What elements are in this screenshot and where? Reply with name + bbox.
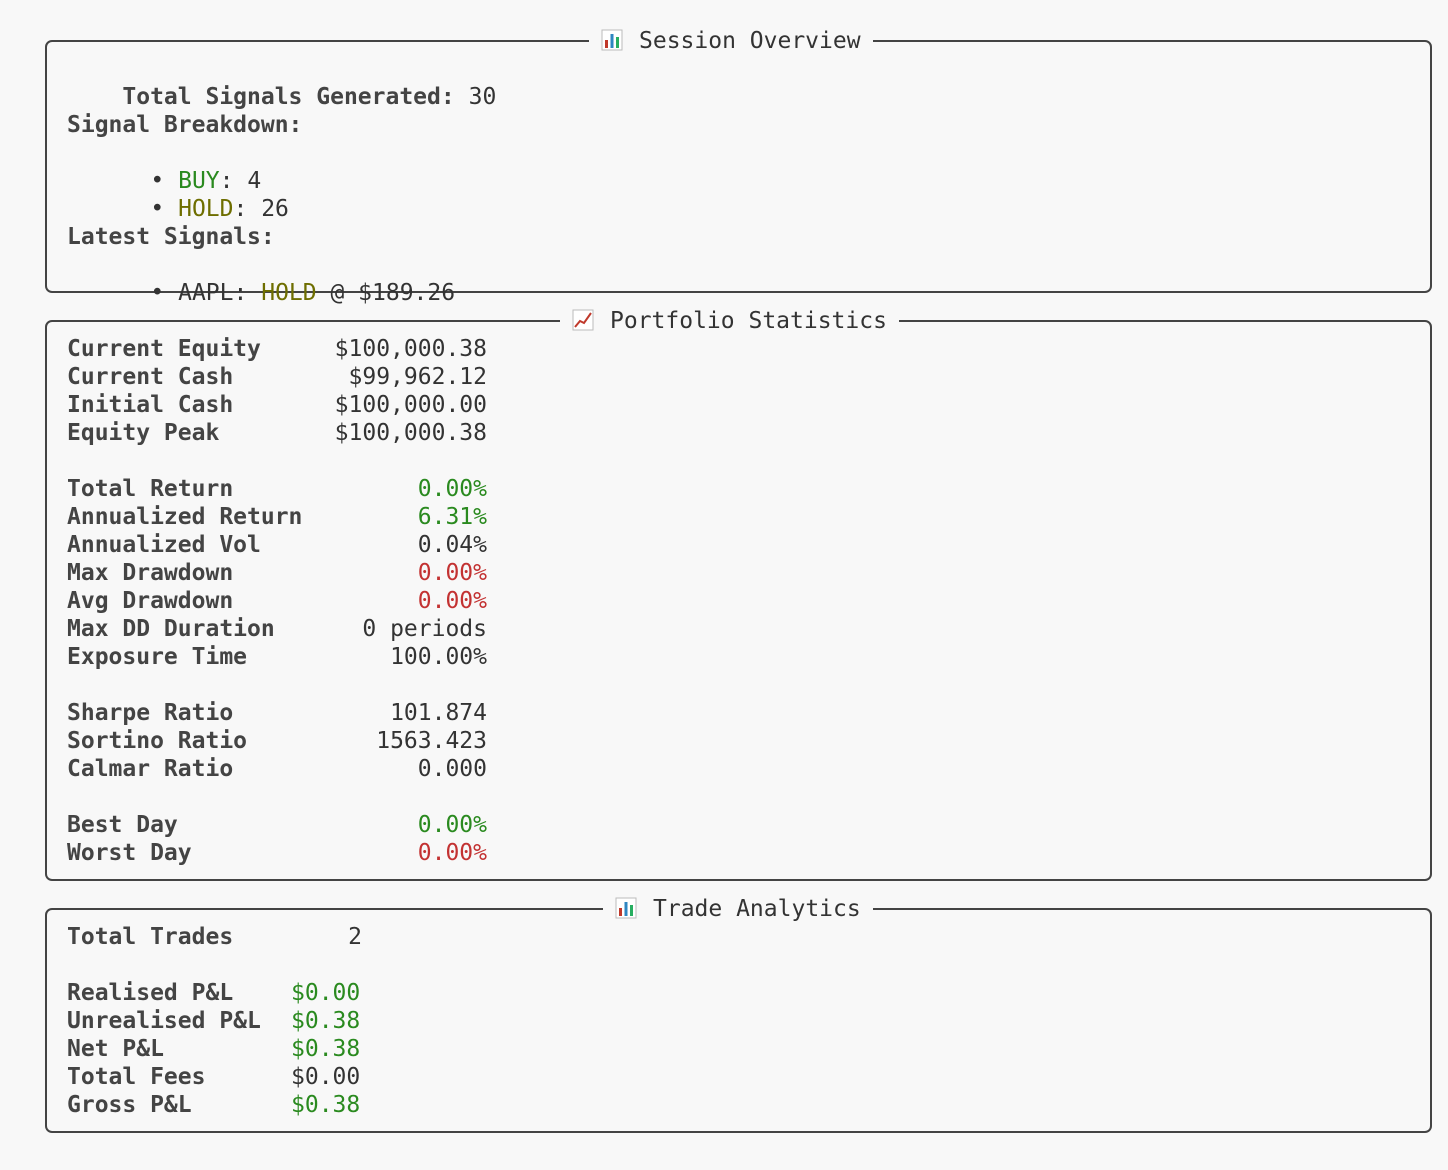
- stat-value-total-return: 0.00%: [417, 476, 487, 502]
- latest-signal-price: @ $189.26: [330, 280, 456, 306]
- total-signals-label: Total Signals Generated:: [122, 84, 455, 110]
- trade-analytics-title: Trade Analytics: [603, 893, 873, 925]
- stat-value-calmar-ratio: 0.000: [417, 756, 487, 782]
- trade-label-total-fees: Total Fees: [67, 1064, 206, 1090]
- stat-value-sharpe-ratio: 101.874: [390, 700, 487, 726]
- latest-signal-type: HOLD: [261, 280, 317, 306]
- bar-chart-icon: [601, 29, 623, 51]
- stat-value-worst-day: 0.00%: [417, 840, 487, 866]
- stat-value-sortino-ratio: 1563.423: [376, 728, 487, 754]
- stat-value-initial-cash: $100,000.00: [334, 392, 487, 418]
- stat-label-current-cash: Current Cash: [67, 364, 234, 390]
- trade-analytics-panel: Trade Analytics Total Trades 2 Realised …: [45, 893, 1432, 1133]
- breakdown-item-buy: • BUY: 4: [150, 168, 262, 194]
- stat-label-equity-peak: Equity Peak: [67, 420, 220, 446]
- portfolio-statistics-title-text: Portfolio Statistics: [610, 308, 887, 334]
- stat-value-max-drawdown: 0.00%: [417, 560, 487, 586]
- total-trades-value: 2: [348, 924, 362, 950]
- stat-value-current-cash: $99,962.12: [348, 364, 487, 390]
- session-overview-title-text: Session Overview: [639, 28, 861, 54]
- trade-analytics-title-text: Trade Analytics: [653, 896, 861, 922]
- trade-label-realised-pandl: Realised P&L: [67, 980, 234, 1006]
- stat-label-initial-cash: Initial Cash: [67, 392, 234, 418]
- stat-label-sharpe-ratio: Sharpe Ratio: [67, 700, 234, 726]
- line-chart-icon: [572, 309, 594, 331]
- latest-signal-item: • AAPL: HOLD @ $189.26: [95, 251, 455, 306]
- stat-value-avg-drawdown: 0.00%: [417, 588, 487, 614]
- stat-label-calmar-ratio: Calmar Ratio: [67, 756, 234, 782]
- stat-value-exposure-time: 100.00%: [390, 644, 487, 670]
- session-overview-title: Session Overview: [589, 25, 873, 57]
- breakdown-item-hold: • HOLD: 26: [150, 196, 289, 222]
- stat-value-annualized-vol: 0.04%: [417, 532, 487, 558]
- stat-label-exposure-time: Exposure Time: [67, 644, 248, 670]
- trade-value-realised-pandl: $0.00: [291, 980, 361, 1006]
- total-trades-label: Total Trades: [67, 924, 234, 950]
- bullet: •: [150, 196, 165, 222]
- hold-signal-count: 26: [261, 196, 289, 222]
- stat-value-current-equity: $100,000.38: [334, 336, 487, 362]
- trade-value-unrealised-pandl: $0.38: [291, 1008, 361, 1034]
- stat-label-total-return: Total Return: [67, 476, 234, 502]
- latest-signal-symbol: AAPL:: [178, 280, 248, 306]
- stat-label-annualized-vol: Annualized Vol: [67, 532, 261, 558]
- total-signals-value: 30: [468, 84, 497, 110]
- total-signals-line: Total Signals Generated: 30: [67, 55, 496, 110]
- portfolio-statistics-title: Portfolio Statistics: [560, 305, 899, 337]
- trade-label-gross-pandl: Gross P&L: [67, 1092, 192, 1118]
- session-overview-panel: Session Overview Total Signals Generated…: [45, 25, 1432, 306]
- stat-value-best-day: 0.00%: [417, 812, 487, 838]
- trade-value-net-pandl: $0.38: [291, 1036, 361, 1062]
- stat-label-max-drawdown: Max Drawdown: [67, 560, 234, 586]
- stat-value-max-dd-duration: 0 periods: [362, 616, 487, 642]
- portfolio-statistics-panel: Portfolio Statistics Current Equity $100,…: [45, 305, 1432, 881]
- trade-label-unrealised-pandl: Unrealised P&L: [67, 1008, 261, 1034]
- stat-value-equity-peak: $100,000.38: [334, 420, 487, 446]
- stat-label-sortino-ratio: Sortino Ratio: [67, 728, 248, 754]
- stat-value-annualized-return: 6.31%: [417, 504, 487, 530]
- stat-label-best-day: Best Day: [67, 812, 178, 838]
- hold-signal-label: HOLD: [178, 196, 234, 222]
- stat-label-worst-day: Worst Day: [67, 840, 192, 866]
- stat-label-avg-drawdown: Avg Drawdown: [67, 588, 234, 614]
- stat-label-current-equity: Current Equity: [67, 336, 261, 362]
- stat-label-max-dd-duration: Max DD Duration: [67, 616, 275, 642]
- signal-breakdown-heading: Signal Breakdown:: [67, 112, 303, 138]
- bullet: •: [150, 280, 165, 306]
- trade-value-gross-pandl: $0.38: [291, 1092, 361, 1118]
- latest-signals-heading: Latest Signals:: [67, 224, 275, 250]
- trade-label-net-pandl: Net P&L: [67, 1036, 164, 1062]
- trade-value-total-fees: $0.00: [291, 1064, 361, 1090]
- bar-chart-icon: [615, 897, 637, 919]
